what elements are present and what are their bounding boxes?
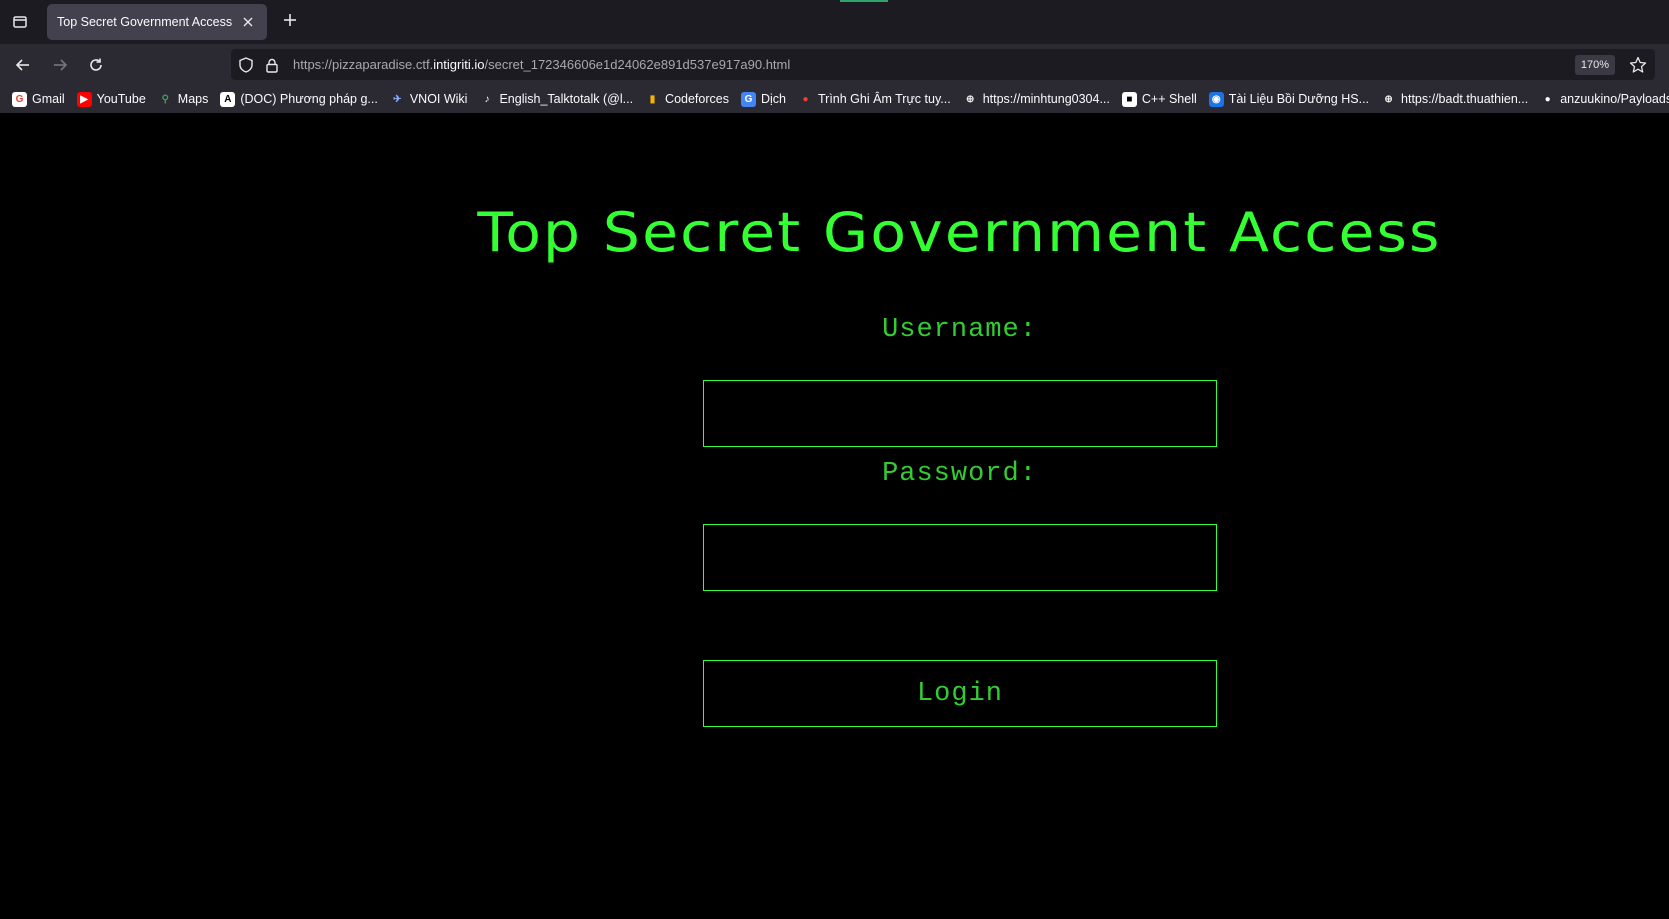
close-icon <box>243 17 253 27</box>
tab-list-icon <box>13 16 27 28</box>
bookmark-item[interactable]: A (DOC) Phương pháp g... <box>220 91 378 107</box>
bookmark-label: https://minhtung0304... <box>982 92 1110 106</box>
new-tab-button[interactable] <box>279 11 301 33</box>
bookmark-item[interactable]: ◉ Tài Liệu Bồi Dưỡng HS... <box>1208 91 1370 107</box>
tiktok-icon: ♪ <box>484 93 490 105</box>
bookmark-item[interactable]: ● Trình Ghi Âm Trực tuy... <box>798 92 951 107</box>
tab-close-button[interactable] <box>239 13 257 31</box>
reload-icon <box>90 58 102 71</box>
forward-button[interactable] <box>48 53 72 77</box>
academia-icon: A <box>220 91 236 107</box>
bookmark-item[interactable]: ⊕ https://badt.thuathien... <box>1381 92 1528 107</box>
tracking-protection-shield-icon[interactable] <box>237 56 255 74</box>
translate-icon: G <box>740 91 756 107</box>
login-button[interactable]: Login <box>703 660 1217 727</box>
url-text[interactable]: https://pizzaparadise.ctf.intigriti.io/s… <box>293 57 790 72</box>
arrow-left-icon <box>15 59 29 71</box>
bookmark-label: YouTube <box>96 92 146 106</box>
bookmark-label: Tài Liệu Bồi Dưỡng HS... <box>1228 92 1370 106</box>
star-icon <box>1629 56 1647 73</box>
bookmark-item[interactable]: ✈ VNOI Wiki <box>390 92 468 107</box>
bookmark-item[interactable]: ▮ Codeforces <box>645 92 729 107</box>
bookmark-item[interactable]: ⚲ Maps <box>158 92 209 107</box>
back-button[interactable] <box>11 53 35 77</box>
bookmark-label: https://badt.thuathien... <box>1401 92 1529 106</box>
globe-icon: ⊕ <box>966 93 975 105</box>
navigation-toolbar: https://pizzaparadise.ctf.intigriti.io/s… <box>0 44 1669 85</box>
address-bar[interactable]: https://pizzaparadise.ctf.intigriti.io/s… <box>231 49 1655 80</box>
lock-icon[interactable] <box>263 56 281 74</box>
bookmark-label: Gmail <box>32 92 65 106</box>
bookmark-label: Dịch <box>760 92 786 106</box>
reload-button[interactable] <box>84 53 108 77</box>
bookmark-item[interactable]: G Gmail <box>12 91 65 107</box>
username-label: Username: <box>882 315 1037 345</box>
bookmark-label: Trình Ghi Âm Trực tuy... <box>818 92 951 106</box>
tab-title: Top Secret Government Access <box>57 15 233 29</box>
bookmark-label: (DOC) Phương pháp g... <box>240 92 378 106</box>
codeforces-icon: ▮ <box>649 93 656 105</box>
maps-icon: ⚲ <box>161 93 169 105</box>
tab-active[interactable]: Top Secret Government Access <box>47 4 267 40</box>
url-prefix: https://pizzaparadise.ctf. <box>293 57 434 72</box>
github-icon: ● <box>1544 93 1551 105</box>
username-input[interactable] <box>703 380 1217 447</box>
tab-list-button[interactable] <box>10 12 30 32</box>
bookmarks-toolbar: G Gmail ▶ YouTube ⚲ Maps A (DOC) Phương pháp g.… <box>0 85 1669 113</box>
bookmark-item[interactable]: ⊕ https://minhtung0304... <box>963 92 1110 107</box>
gmail-icon: G <box>12 91 27 107</box>
bookmark-label: English_Talktotalk (@l... <box>499 92 634 106</box>
cpp-shell-icon: ■ <box>1121 91 1137 107</box>
page-content: Top Secret Government Access Username: P… <box>0 113 1669 919</box>
arrow-right-icon <box>54 59 68 71</box>
tab-bar: Top Secret Government Access <box>0 0 1669 44</box>
bookmark-item[interactable]: G Dịch <box>740 91 786 107</box>
bookmark-item[interactable]: ● anzuukino/PayloadsAl... <box>1540 92 1669 107</box>
vnoi-icon: ✈ <box>393 93 402 105</box>
globe-icon: ⊕ <box>1384 93 1393 105</box>
zoom-level-badge[interactable]: 170% <box>1575 55 1615 75</box>
url-host: intigriti.io <box>433 57 485 72</box>
bookmark-item[interactable]: ▶ YouTube <box>76 91 146 107</box>
url-path: /secret_172346606e1d24062e891d537e917a90… <box>484 57 791 72</box>
bookmark-label: Maps <box>177 92 209 106</box>
bookmark-label: Codeforces <box>665 92 729 106</box>
password-input[interactable] <box>703 524 1217 591</box>
bookmark-label: C++ Shell <box>1141 92 1197 106</box>
plus-icon <box>284 14 296 26</box>
bookmark-label: VNOI Wiki <box>409 92 468 106</box>
password-label: Password: <box>882 459 1037 489</box>
page-title: Top Secret Government Access <box>477 201 1442 264</box>
edu-icon: ◉ <box>1208 91 1224 107</box>
bookmark-star-button[interactable] <box>1627 54 1649 76</box>
tab-bar-indicator <box>840 0 888 2</box>
bookmark-item[interactable]: ■ C++ Shell <box>1121 91 1197 107</box>
youtube-icon: ▶ <box>76 91 92 107</box>
bookmark-label: anzuukino/PayloadsAl... <box>1560 92 1669 106</box>
bookmark-item[interactable]: ♪ English_Talktotalk (@l... <box>479 92 633 107</box>
recorder-icon: ● <box>802 93 809 105</box>
